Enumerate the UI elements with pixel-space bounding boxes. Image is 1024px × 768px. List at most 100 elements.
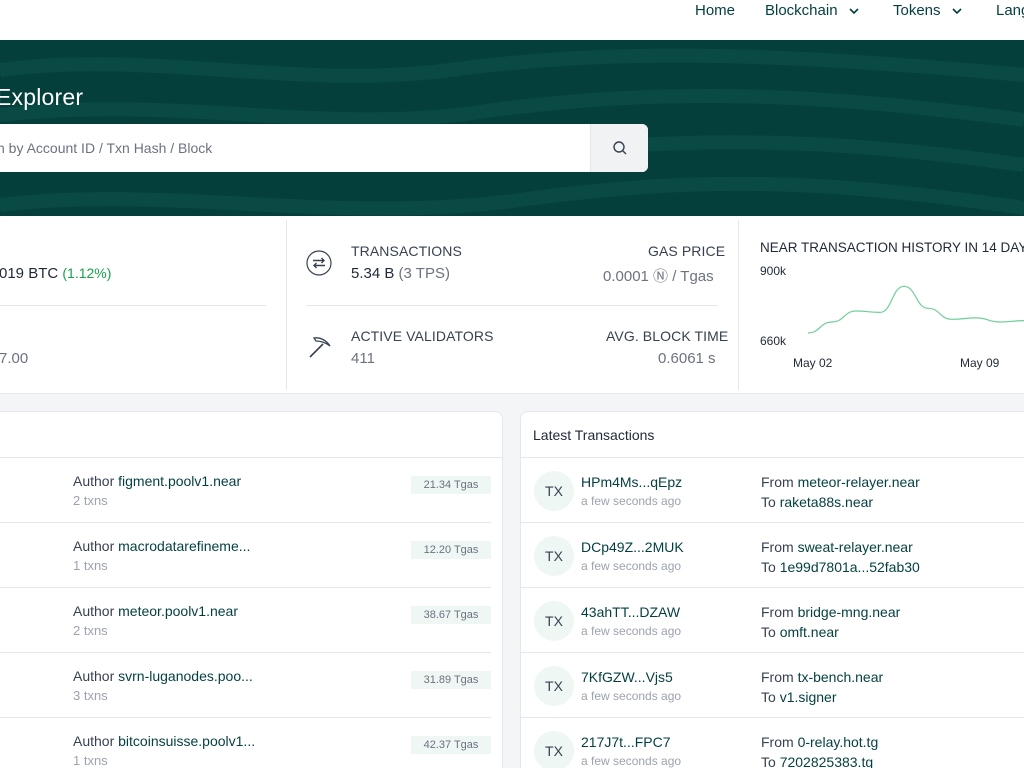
tx-from: From sweat-relayer.near — [761, 539, 913, 555]
block-txn-count: 1 txns — [73, 558, 108, 573]
nav-home[interactable]: Home — [695, 2, 735, 19]
from-link[interactable]: 0-relay.hot.tg — [798, 734, 879, 750]
block-txn-count: 2 txns — [73, 493, 108, 508]
tx-to: To v1.signer — [761, 689, 837, 705]
price-value: 019 BTC (1.12%) — [0, 265, 111, 282]
tps-value: (3 TPS) — [398, 265, 450, 282]
divider — [286, 220, 287, 390]
transfer-icon — [306, 250, 332, 281]
author-prefix: Author — [73, 473, 119, 489]
tx-age: a few seconds ago — [581, 624, 682, 638]
block-txn-count: 2 txns — [73, 623, 108, 638]
to-link[interactable]: 7202825383.tg — [780, 754, 873, 768]
tx-badge: TX — [534, 471, 574, 511]
search-bar — [0, 124, 648, 172]
from-link[interactable]: bridge-mng.near — [798, 604, 901, 620]
tx-badge: TX — [534, 536, 574, 576]
author-link[interactable]: svrn-luganodes.poo... — [118, 668, 253, 684]
transaction-row[interactable]: TX HPm4Ms...qEpz a few seconds ago From met… — [521, 458, 1024, 523]
chevron-down-icon — [951, 7, 962, 14]
from-link[interactable]: sweat-relayer.near — [798, 539, 913, 555]
gas-price-label: GAS PRICE — [648, 243, 726, 259]
tx-from: From 0-relay.hot.tg — [761, 734, 878, 750]
market-cap-value: 7.00 — [0, 350, 29, 367]
gas-badge: 42.37 Tgas — [411, 736, 491, 754]
nav-tokens[interactable]: Tokens — [893, 2, 963, 19]
to-prefix: To — [761, 689, 780, 705]
nav-tokens-label: Tokens — [893, 2, 941, 19]
block-author: Author svrn-luganodes.poo... — [73, 668, 253, 684]
block-row[interactable]: Author macrodatarefineme... 1 txns 12.20 T… — [0, 523, 491, 588]
top-nav: Home Blockchain Tokens Lang — [0, 0, 1024, 40]
y-tick-label: 900k — [760, 264, 787, 278]
to-prefix: To — [761, 624, 780, 640]
tx-badge: TX — [534, 601, 574, 641]
block-txn-count: 3 txns — [73, 688, 108, 703]
tx-badge: TX — [534, 666, 574, 706]
search-input[interactable] — [0, 124, 590, 172]
nav-blockchain-label: Blockchain — [765, 2, 838, 19]
tx-hash-link[interactable]: DCp49Z...2MUK — [581, 539, 684, 555]
block-row[interactable]: Author figment.poolv1.near 2 txns 21.34 Tg… — [0, 458, 491, 523]
nav-languages-label: Lang — [996, 2, 1024, 19]
tx-hash-link[interactable]: 43ahTT...DZAW — [581, 604, 680, 620]
to-link[interactable]: omft.near — [780, 624, 839, 640]
from-link[interactable]: tx-bench.near — [798, 669, 884, 685]
tx-from: From bridge-mng.near — [761, 604, 900, 620]
block-row[interactable]: Author svrn-luganodes.poo... 3 txns 31.89 … — [0, 653, 491, 718]
to-link[interactable]: v1.signer — [780, 689, 837, 705]
tx-age: a few seconds ago — [581, 494, 682, 508]
tx-to: To omft.near — [761, 624, 839, 640]
tx-age: a few seconds ago — [581, 559, 682, 573]
tx-hash-link[interactable]: 217J7t...FPC7 — [581, 734, 671, 750]
tx-to: To raketa88s.near — [761, 494, 873, 510]
author-link[interactable]: meteor.poolv1.near — [118, 603, 238, 619]
to-link[interactable]: raketa88s.near — [780, 494, 873, 510]
block-time-label: AVG. BLOCK TIME — [606, 328, 729, 344]
author-link[interactable]: figment.poolv1.near — [118, 473, 241, 489]
gas-badge: 38.67 Tgas — [411, 606, 491, 624]
search-button[interactable] — [590, 124, 648, 172]
validators-label: ACTIVE VALIDATORS — [351, 328, 494, 344]
block-author: Author meteor.poolv1.near — [73, 603, 238, 619]
panel-title: Latest Transactions — [521, 412, 1024, 458]
latest-blocks-panel: Author figment.poolv1.near 2 txns 21.34 Tg… — [0, 411, 503, 768]
from-prefix: From — [761, 474, 798, 490]
tx-badge: TX — [534, 731, 574, 768]
nav-languages[interactable]: Lang — [996, 2, 1024, 19]
block-row[interactable]: Author bitcoinsuisse.poolv1... 1 txns 42.3… — [0, 718, 491, 768]
block-author: Author bitcoinsuisse.poolv1... — [73, 733, 255, 749]
transaction-history-chart — [808, 285, 1024, 334]
gas-badge: 31.89 Tgas — [411, 671, 491, 689]
tx-age: a few seconds ago — [581, 754, 682, 768]
nav-home-label: Home — [695, 2, 736, 19]
to-prefix: To — [761, 754, 780, 768]
transaction-row[interactable]: TX 7KfGZW...Vjs5 a few seconds ago From tx-… — [521, 653, 1024, 718]
price-btc: 019 BTC — [0, 265, 59, 282]
block-txn-count: 1 txns — [73, 753, 108, 768]
transactions-count: 5.34 B — [351, 265, 395, 282]
from-prefix: From — [761, 604, 798, 620]
from-link[interactable]: meteor-relayer.near — [798, 474, 920, 490]
tx-to: To 1e99d7801a...52fab30 — [761, 559, 920, 575]
author-prefix: Author — [73, 733, 119, 749]
gas-price-value: 0.0001 Ⓝ / Tgas — [603, 268, 714, 285]
nav-blockchain[interactable]: Blockchain — [765, 2, 860, 19]
transaction-row[interactable]: TX 43ahTT...DZAW a few seconds ago From bri… — [521, 588, 1024, 653]
chevron-down-icon — [848, 7, 859, 14]
block-author: Author macrodatarefineme... — [73, 538, 250, 554]
to-link[interactable]: 1e99d7801a...52fab30 — [780, 559, 920, 575]
author-link[interactable]: bitcoinsuisse.poolv1... — [118, 733, 255, 749]
tx-hash-link[interactable]: 7KfGZW...Vjs5 — [581, 669, 673, 685]
price-change: (1.12%) — [62, 265, 112, 281]
block-row[interactable]: Author meteor.poolv1.near 2 txns 38.67 Tga… — [0, 588, 491, 653]
from-prefix: From — [761, 539, 798, 555]
from-prefix: From — [761, 669, 798, 685]
transactions-label: TRANSACTIONS — [351, 243, 462, 259]
search-icon — [612, 141, 626, 155]
transaction-row[interactable]: TX DCp49Z...2MUK a few seconds ago From swe… — [521, 523, 1024, 588]
tx-hash-link[interactable]: HPm4Ms...qEpz — [581, 474, 682, 490]
hero-banner: Explorer — [0, 40, 1024, 216]
transaction-row[interactable]: TX 217J7t...FPC7 a few seconds ago From 0-r… — [521, 718, 1024, 768]
author-link[interactable]: macrodatarefineme... — [118, 538, 250, 554]
